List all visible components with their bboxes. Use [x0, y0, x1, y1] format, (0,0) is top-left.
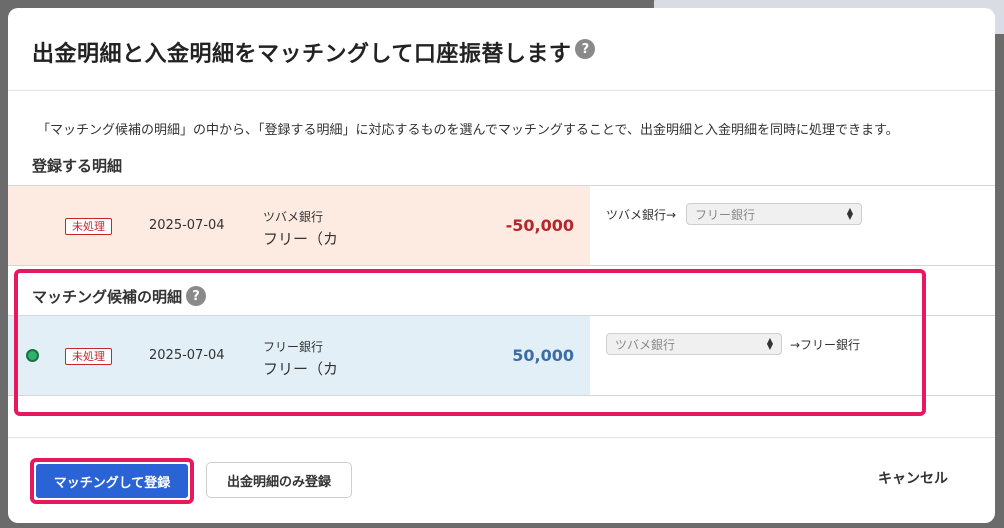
footer-divider	[8, 437, 995, 438]
row-bank: フリー銀行	[263, 340, 324, 354]
transfer-to-select[interactable]: フリー銀行 ▲ ▼	[686, 203, 862, 225]
select-value: ツバメ銀行	[615, 337, 676, 352]
register-withdrawal-only-button[interactable]: 出金明細のみ登録	[206, 462, 352, 498]
register-section-label: 登録する明細	[32, 157, 123, 175]
transfer-from-label: ツバメ銀行→	[606, 208, 677, 222]
row-date: 2025-07-04	[149, 218, 225, 233]
row-payee: フリー（カ	[263, 360, 339, 378]
help-icon[interactable]: ?	[575, 39, 596, 59]
row-bank: ツバメ銀行	[263, 210, 324, 224]
transfer-to-label: →フリー銀行	[790, 338, 861, 352]
row-payee: フリー（カ	[263, 230, 339, 248]
matching-modal: 出金明細と入金明細をマッチングして口座振替します ? 「マッチング候補の明細」の…	[8, 8, 995, 523]
match-and-register-button[interactable]: マッチングして登録	[36, 464, 188, 498]
cancel-button[interactable]: キャンセル	[878, 468, 948, 488]
row-amount: 50,000	[512, 346, 574, 365]
row-amount: -50,000	[505, 216, 574, 235]
select-arrows-icon: ▲ ▼	[766, 336, 773, 351]
modal-header: 出金明細と入金明細をマッチングして口座振替します ?	[8, 8, 995, 91]
help-icon[interactable]: ?	[186, 286, 207, 306]
register-row: 未処理 2025-07-04 ツバメ銀行 フリー（カ -50,000 ツバメ銀行…	[8, 185, 995, 266]
transfer-from-select[interactable]: ツバメ銀行 ▲ ▼	[606, 333, 782, 355]
candidate-row[interactable]: 未処理 2025-07-04 フリー銀行 フリー（カ 50,000 ツバメ銀行 …	[8, 315, 995, 396]
register-row-main: 未処理 2025-07-04 ツバメ銀行 フリー（カ -50,000	[8, 186, 590, 265]
candidate-section-label: マッチング候補の明細?	[32, 286, 207, 307]
modal-title: 出金明細と入金明細をマッチングして口座振替します	[32, 42, 572, 67]
candidate-row-main: 未処理 2025-07-04 フリー銀行 フリー（カ 50,000	[8, 316, 590, 395]
status-badge: 未処理	[65, 218, 112, 235]
primary-button-highlight: マッチングして登録	[30, 458, 194, 504]
modal-description: 「マッチング候補の明細」の中から、「登録する明細」に対応するものを選んでマッチン…	[37, 123, 899, 138]
selected-radio-icon[interactable]	[26, 349, 39, 362]
status-badge: 未処理	[65, 348, 112, 365]
select-value: フリー銀行	[695, 207, 756, 222]
candidate-section-title: マッチング候補の明細	[32, 288, 183, 306]
select-arrows-icon: ▲ ▼	[846, 206, 853, 221]
row-date: 2025-07-04	[149, 348, 225, 363]
